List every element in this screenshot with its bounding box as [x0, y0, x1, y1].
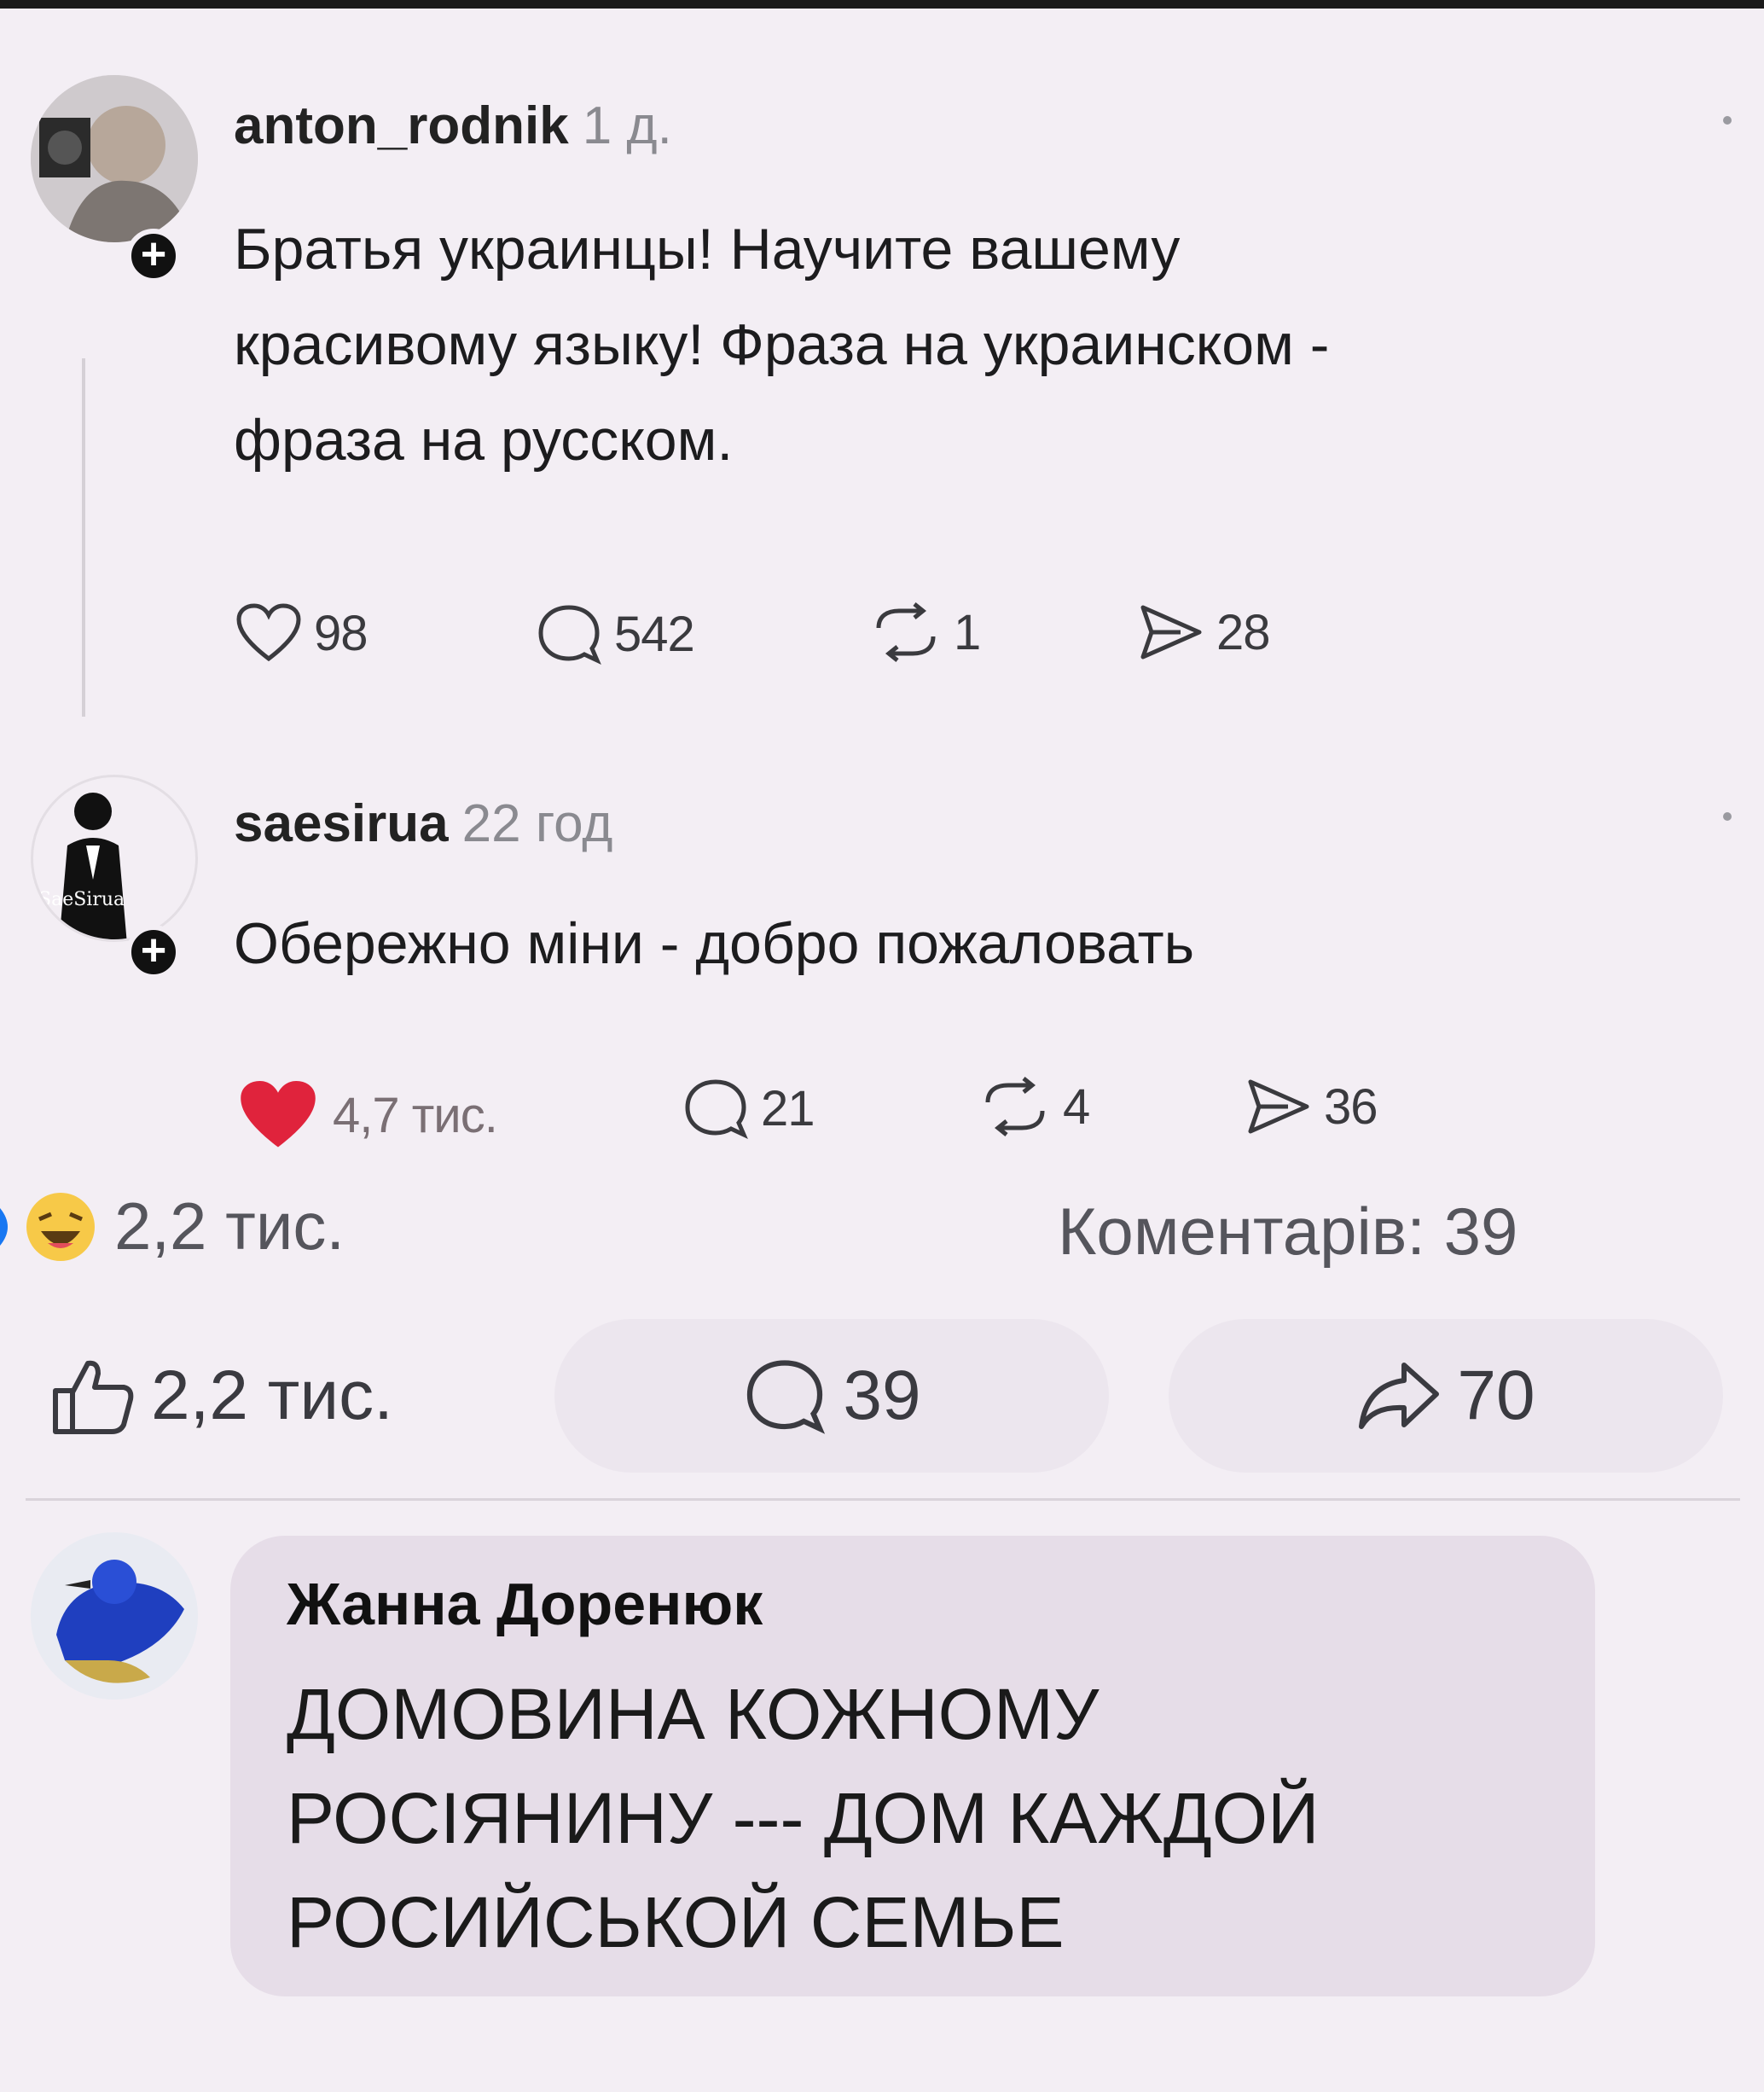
share-action-count: 70 [1457, 1357, 1535, 1434]
more-options-icon[interactable] [1723, 116, 1732, 125]
share-arrow-icon [1359, 1363, 1440, 1429]
post-time: 1 д. [582, 96, 672, 155]
share-button[interactable]: 28 [1138, 602, 1271, 662]
share-count: 36 [1324, 1078, 1378, 1135]
share-icon [1140, 605, 1202, 660]
repost-count: 4 [1063, 1078, 1090, 1135]
like-reaction-icon [0, 1207, 8, 1246]
post-text-line: Братья украинцы! Научите вашему [234, 217, 1181, 282]
follow-plus-icon[interactable]: + [126, 925, 181, 979]
repost-icon [985, 1077, 1045, 1136]
follow-plus-icon[interactable]: + [126, 229, 181, 283]
comment-text: ДОМОВИНА КОЖНОМУ РОСІЯНИНУ --- ДОМ КАЖДО… [287, 1662, 1566, 1974]
divider [26, 1498, 1740, 1501]
comment-count: 21 [761, 1080, 815, 1136]
like-action-button[interactable]: 2,2 тис. [0, 1319, 512, 1473]
post-time: 22 год [461, 794, 613, 853]
post2-header: saesirua 22 год [234, 793, 612, 854]
comment-button[interactable]: 21 [682, 1077, 815, 1140]
share-button[interactable]: 36 [1245, 1077, 1378, 1136]
like-button[interactable]: 4,7 тис. [235, 1077, 498, 1154]
more-options-icon[interactable] [1723, 812, 1732, 821]
comment-author[interactable]: Жанна Доренюк [287, 1570, 763, 1638]
haha-emoji-icon [26, 1192, 95, 1261]
comment-bubble: Жанна Доренюк ДОМОВИНА КОЖНОМУ РОСІЯНИНУ… [230, 1536, 1595, 1996]
avatar-caption: SaeSirua [38, 889, 125, 910]
repost-button[interactable]: 1 [870, 602, 981, 662]
reactions-summary[interactable]: 2,2 тис. [0, 1188, 345, 1265]
post-text-line: фраза на русском. [234, 408, 734, 473]
repost-icon [876, 602, 936, 662]
username[interactable]: anton_rodnik [234, 96, 569, 155]
like-button[interactable]: 98 [235, 602, 368, 664]
avatar-anton-rodnik[interactable] [31, 75, 198, 242]
username[interactable]: saesirua [234, 794, 449, 853]
heart-icon [236, 603, 301, 662]
avatar-saesirua[interactable]: SaeSirua [31, 775, 198, 942]
post1-header: anton_rodnik 1 д. [234, 96, 672, 156]
comment-icon [538, 605, 601, 665]
comment-count: 542 [614, 606, 695, 662]
comment-action-button[interactable]: 39 [554, 1319, 1109, 1473]
comments-count[interactable]: Коментарів: 39 [1058, 1193, 1517, 1270]
share-action-button[interactable]: 70 [1169, 1319, 1723, 1473]
heart-filled-icon [241, 1081, 316, 1148]
top-edge [0, 0, 1764, 9]
reactions-count: 2,2 тис. [114, 1188, 345, 1264]
comment-text-line: РОСИЙСЬКОЙ СЕМЬЕ [287, 1882, 1065, 1962]
comment-text-line: ДОМОВИНА КОЖНОМУ [287, 1674, 1100, 1754]
share-icon [1248, 1079, 1309, 1134]
repost-button[interactable]: 4 [979, 1077, 1090, 1136]
post2-text: Обережно міни - добро пожаловать [234, 911, 1195, 976]
comment-action-count: 39 [843, 1357, 921, 1434]
thread-line [82, 358, 85, 717]
like-count: 4,7 тис. [333, 1087, 498, 1143]
share-count: 28 [1216, 604, 1271, 660]
comment-icon [685, 1079, 748, 1140]
thumbs-up-icon [53, 1360, 134, 1434]
avatar-zhanna-dorenyuk[interactable] [31, 1532, 198, 1700]
comment-button[interactable]: 542 [536, 602, 695, 665]
like-action-count: 2,2 тис. [151, 1357, 393, 1434]
post1-text: Братья украинцы! Научите вашему красивом… [234, 201, 1735, 488]
comment-icon [747, 1360, 826, 1434]
repost-count: 1 [954, 604, 981, 660]
post-text-line: красивому языку! Фраза на украинском - [234, 312, 1330, 377]
like-count: 98 [314, 605, 368, 661]
comment-text-line: РОСІЯНИНУ --- ДОМ КАЖДОЙ [287, 1778, 1320, 1858]
